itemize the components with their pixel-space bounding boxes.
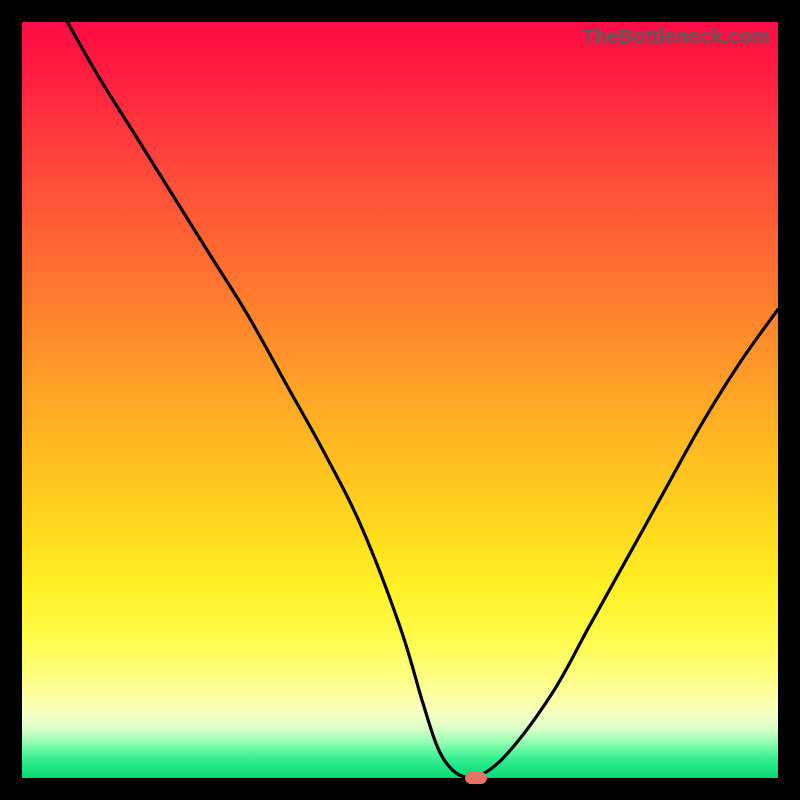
plot-area: TheBottleneck.com <box>22 22 778 778</box>
bottleneck-curve <box>22 22 778 778</box>
chart-frame: TheBottleneck.com <box>0 0 800 800</box>
minimum-marker <box>465 772 487 784</box>
